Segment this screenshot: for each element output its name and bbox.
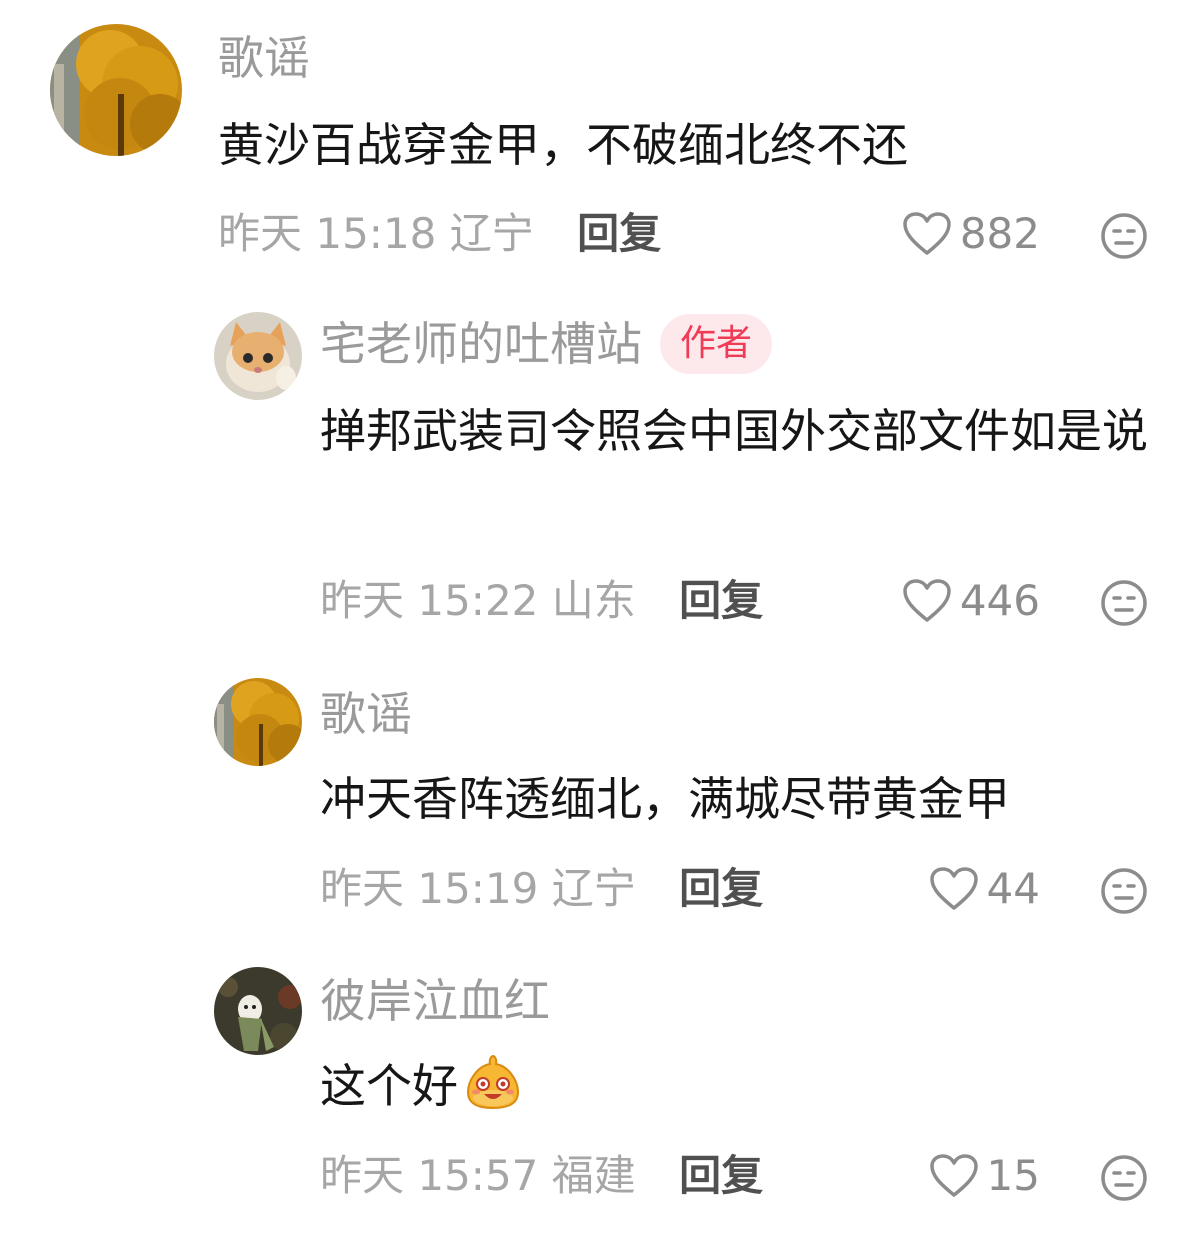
like-count: 44 (986, 864, 1040, 913)
like-button[interactable]: 882 (902, 206, 1040, 262)
comment-location: 福建 (551, 1151, 636, 1200)
user-avatar[interactable] (214, 967, 302, 1055)
username[interactable]: 歌谣 (218, 30, 310, 86)
comment-location: 辽宁 (551, 864, 636, 913)
user-avatar[interactable] (214, 312, 302, 400)
kitten-avatar-icon (214, 312, 302, 400)
like-count: 446 (959, 576, 1040, 625)
dislike-face-icon[interactable] (1100, 212, 1148, 260)
author-badge: 作者 (660, 313, 773, 374)
happy-blob-emoji-icon (466, 1054, 520, 1110)
heart-icon (929, 1154, 978, 1197)
like-count: 882 (959, 209, 1040, 258)
reply-item: 宅老师的吐槽站 作者 掸邦武装司令照会中国外交部文件如是说 昨天 15:22 山东… (0, 290, 1200, 660)
username-text[interactable]: 宅老师的吐槽站 (320, 317, 642, 371)
comment-meta: 昨天 15:22 山东 回复 (320, 573, 763, 629)
reply-item: 歌谣 冲天香阵透缅北，满城尽带黄金甲 昨天 15:19 辽宁 回复 44 (0, 660, 1200, 945)
comment-text: 掸邦武装司令照会中国外交部文件如是说 (320, 404, 1148, 458)
comment-meta: 昨天 15:19 辽宁 回复 (320, 861, 763, 917)
ginkgo-tree-avatar-icon (214, 678, 302, 766)
user-avatar[interactable] (50, 24, 182, 156)
comment-meta: 昨天 15:57 福建 回复 (320, 1148, 763, 1204)
username: 宅老师的吐槽站 作者 (320, 313, 773, 378)
ginkgo-tree-avatar-icon (50, 24, 182, 156)
ghost-figure-avatar-icon (214, 967, 302, 1055)
comment-item: 歌谣 黄沙百战穿金甲，不破缅北终不还 昨天 15:18 辽宁 回复 882 (0, 0, 1200, 290)
comment-location: 山东 (551, 576, 636, 625)
dislike-face-icon[interactable] (1100, 867, 1148, 915)
reply-button[interactable]: 回复 (679, 576, 763, 625)
like-count: 15 (986, 1151, 1040, 1200)
comment-thread: 歌谣 黄沙百战穿金甲，不破缅北终不还 昨天 15:18 辽宁 回复 882 宅老… (0, 0, 1200, 1249)
comment-date: 昨天 15:22 (320, 576, 539, 625)
heart-icon (903, 579, 951, 622)
user-avatar[interactable] (214, 678, 302, 766)
comment-text: 黄沙百战穿金甲，不破缅北终不还 (218, 118, 908, 172)
like-button[interactable]: 446 (902, 573, 1040, 629)
username[interactable]: 彼岸泣血红 (320, 973, 550, 1029)
dislike-face-icon[interactable] (1100, 1154, 1148, 1202)
like-button[interactable]: 44 (929, 861, 1040, 917)
reply-button[interactable]: 回复 (577, 209, 661, 258)
reply-button[interactable]: 回复 (679, 1151, 763, 1200)
heart-icon (903, 212, 951, 255)
comment-text: 这个好 (320, 1051, 1160, 1121)
reply-button[interactable]: 回复 (679, 864, 763, 913)
username[interactable]: 歌谣 (320, 686, 412, 742)
reply-item: 彼岸泣血红 这个好 昨天 15:57 福建 回复 15 (0, 945, 1200, 1245)
dislike-face-icon[interactable] (1100, 579, 1148, 627)
heart-icon (929, 867, 978, 910)
comment-date: 昨天 15:57 (320, 1151, 539, 1200)
comment-meta: 昨天 15:18 辽宁 回复 (218, 206, 661, 262)
comment-text: 冲天香阵透缅北，满城尽带黄金甲 (320, 772, 1010, 826)
comment-date: 昨天 15:19 (320, 864, 539, 913)
comment-date: 昨天 15:18 (218, 209, 437, 258)
like-button[interactable]: 15 (929, 1148, 1040, 1204)
comment-text-content: 这个好 (320, 1059, 458, 1113)
comment-location: 辽宁 (449, 209, 534, 258)
